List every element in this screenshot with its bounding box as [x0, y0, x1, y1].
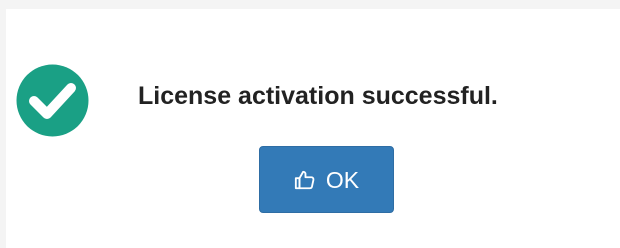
ok-button[interactable]: OK — [259, 146, 394, 213]
dialog-message: License activation successful. — [138, 82, 498, 110]
ok-button-label: OK — [325, 166, 360, 193]
page: License activation successful. OK — [0, 0, 620, 248]
thumbs-up-icon — [294, 170, 315, 189]
check-circle-icon — [16, 64, 89, 137]
success-dialog: License activation successful. OK — [6, 9, 620, 248]
window-frame-top — [0, 0, 620, 9]
